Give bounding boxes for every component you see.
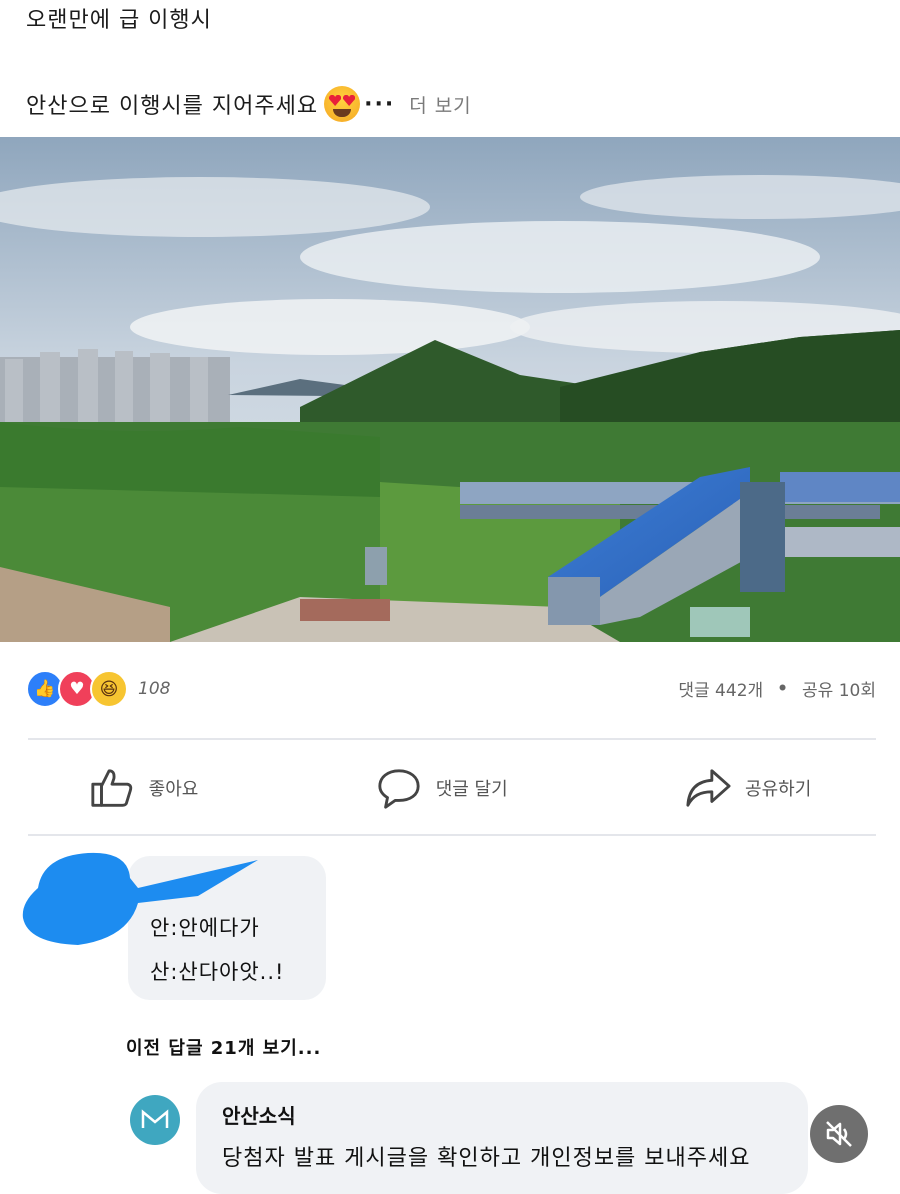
comment-text-line1: 안:안에다가	[150, 916, 260, 940]
heart-eyes-emoji-icon	[324, 86, 361, 122]
ellipsis: ···	[364, 91, 396, 117]
avatar[interactable]	[130, 1095, 180, 1145]
reply-text: 당첨자 발표 게시글을 확인하고 개인정보를 보내주세요	[222, 1146, 751, 1171]
divider	[28, 738, 876, 740]
thumbs-up-icon	[91, 769, 132, 807]
post-caption-line1: 오랜만에 급 이행시	[26, 8, 212, 33]
page-logo-icon	[141, 1109, 169, 1128]
comment-count-link[interactable]: 댓글 442개	[678, 676, 763, 701]
stats-separator: •	[777, 678, 789, 699]
post-caption-text: 안산으로 이행시를 지어주세요	[26, 94, 319, 119]
share-button-label: 공유하기	[745, 779, 812, 800]
speaker-muted-icon	[826, 1121, 852, 1147]
divider	[28, 834, 876, 836]
post-photo[interactable]	[0, 137, 900, 642]
reply-bubble	[196, 1082, 808, 1194]
reaction-count: 108	[138, 679, 171, 699]
share-count-link[interactable]: 공유 10회	[802, 676, 876, 701]
see-more-link[interactable]: 더 보기	[409, 91, 471, 118]
comment-button[interactable]: 댓글 달기	[376, 765, 508, 811]
post-stats: 댓글 442개 • 공유 10회	[678, 676, 876, 702]
reply-author-name[interactable]: 안산소식	[222, 1100, 296, 1129]
like-button-label: 좋아요	[148, 779, 199, 800]
comment-text-line2: 산:산다아앗..!	[150, 960, 285, 984]
haha-icon: 😆	[90, 670, 128, 708]
comment-button-label: 댓글 달기	[435, 779, 508, 800]
like-button[interactable]: 좋아요	[89, 765, 199, 811]
view-previous-replies-link[interactable]: 이전 답글 21개 보기...	[126, 1034, 321, 1060]
share-button[interactable]: 공유하기	[685, 765, 811, 811]
reaction-summary[interactable]: 👍 ♥ 😆 108	[26, 670, 170, 708]
mute-button[interactable]	[810, 1105, 868, 1163]
share-arrow-icon	[686, 769, 731, 807]
action-bar: 좋아요 댓글 달기 공유하기	[0, 752, 900, 824]
speech-bubble-icon	[378, 769, 420, 809]
post-caption-line2: 안산으로 이행시를 지어주세요 ··· 더 보기	[26, 86, 472, 122]
